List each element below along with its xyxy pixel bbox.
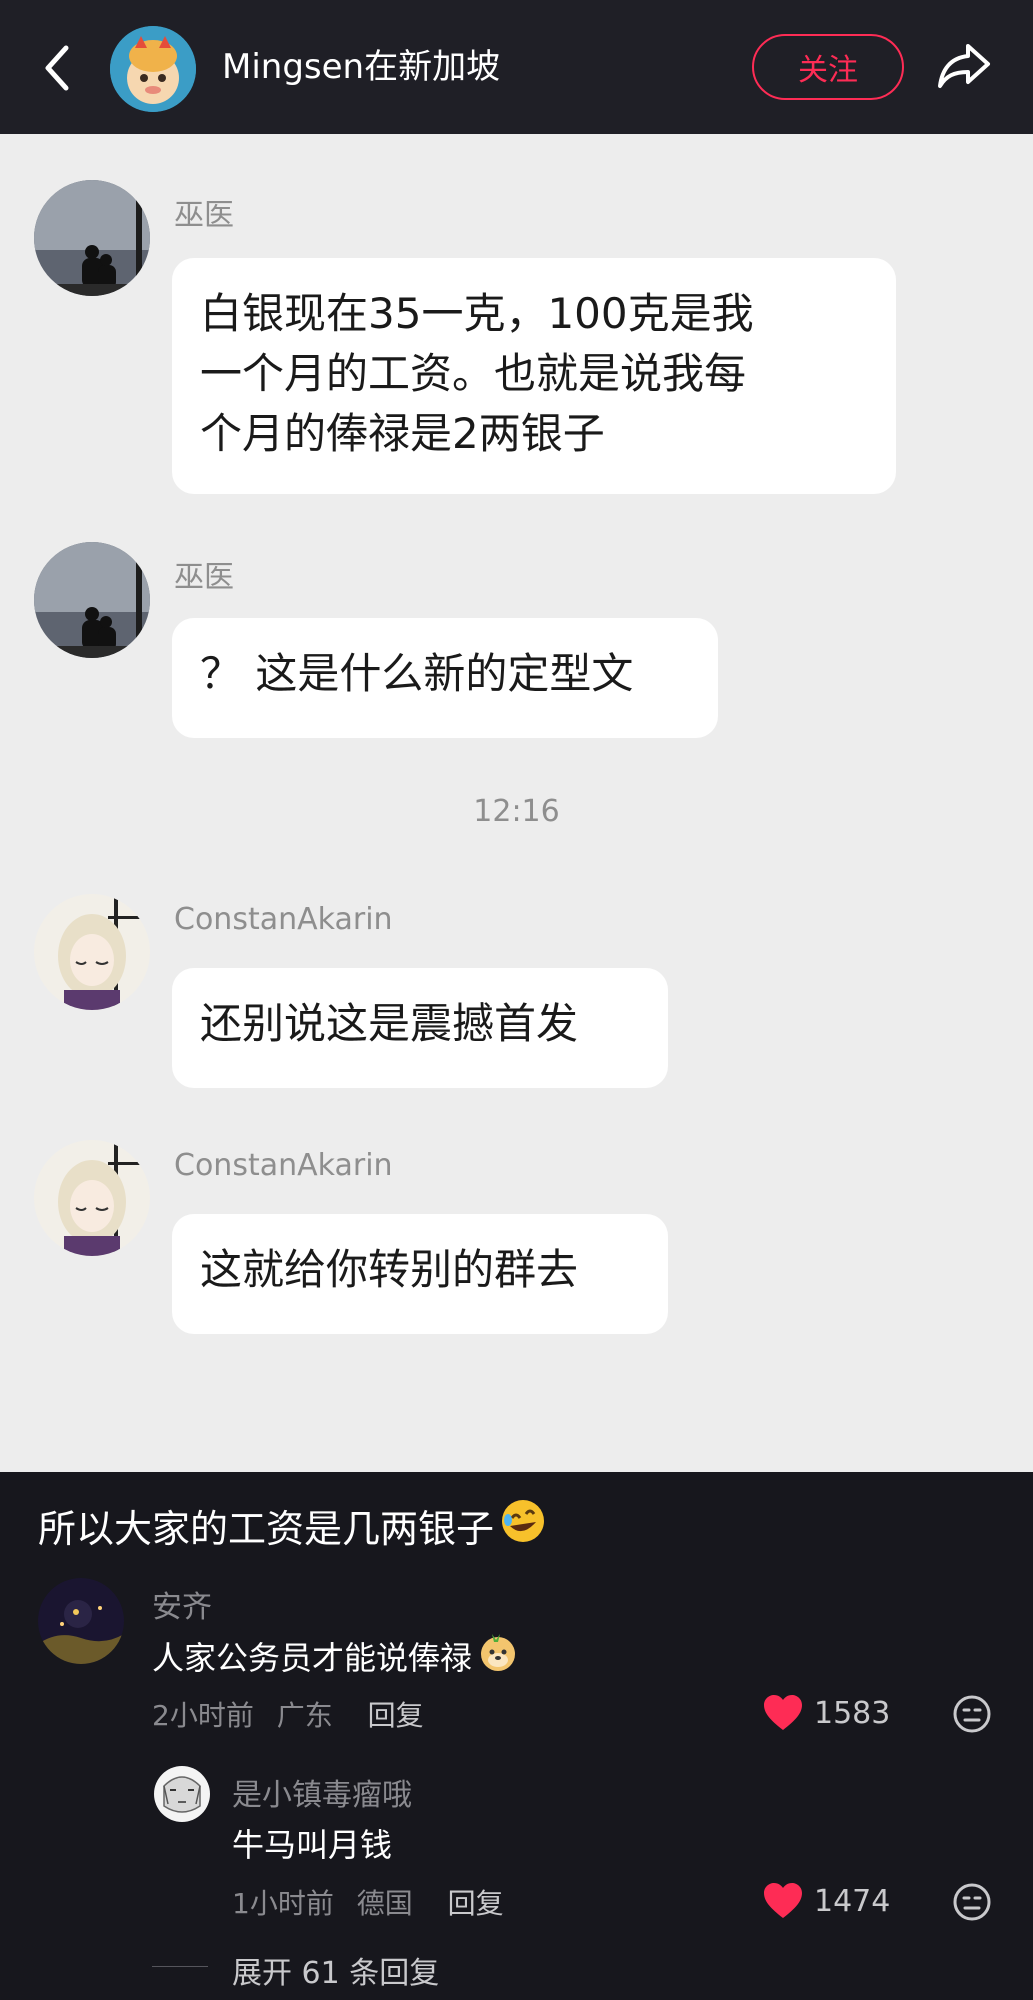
avatar: [34, 180, 150, 296]
message-line: 个月的俸禄是2两银子: [200, 409, 605, 458]
comment-time: 2小时前: [152, 1699, 254, 1732]
post-caption: 所以大家的工资是几两银子: [38, 1498, 546, 1553]
author-avatar[interactable]: [110, 26, 196, 112]
like-button[interactable]: 1583: [762, 1694, 890, 1732]
message-username: ConstanAkarin: [174, 902, 393, 937]
commenter-avatar[interactable]: [38, 1578, 124, 1664]
chat-timestamp: 12:16: [473, 794, 560, 829]
dislike-button[interactable]: [952, 1694, 992, 1734]
comment-text: 人家公务员才能说俸禄: [152, 1632, 518, 1680]
avatar: [34, 1140, 150, 1256]
comment-meta: 1小时前 德国 回复: [232, 1882, 504, 1922]
author-name[interactable]: Mingsen在新加坡: [222, 44, 500, 90]
message-username: ConstanAkarin: [174, 1148, 393, 1183]
heart-icon: [764, 1695, 802, 1730]
comment-location: 德国: [356, 1887, 413, 1920]
message-bubble: 白银现在35一克，100克是我 一个月的工资。也就是说我每 个月的俸禄是2两银子: [172, 258, 896, 494]
like-count: 1583: [814, 1695, 891, 1731]
message-line: ？ 这是什么新的定型文: [200, 649, 634, 698]
reply-button[interactable]: 回复: [448, 1887, 504, 1920]
message-line: 还别说这是震撼首发: [200, 999, 579, 1048]
expand-divider: [152, 1966, 208, 1967]
neutral-face-icon: [953, 1695, 991, 1733]
comment-time: 1小时前: [232, 1887, 334, 1920]
avatar: [34, 542, 150, 658]
commenter-avatar[interactable]: [154, 1766, 210, 1822]
commenter-name[interactable]: 安齐: [152, 1582, 212, 1626]
expand-replies-button[interactable]: 展开 61 条回复: [232, 1948, 439, 1992]
comment-location: 广东: [276, 1699, 333, 1732]
message-username: 巫医: [174, 560, 234, 595]
dog-emoji-icon: [478, 1632, 518, 1680]
share-arrow-icon: [938, 44, 990, 88]
message-bubble: ？ 这是什么新的定型文: [172, 618, 718, 738]
follow-button[interactable]: 关注: [752, 34, 904, 100]
post-caption-text: 所以大家的工资是几两银子: [38, 1507, 495, 1551]
comment-text-content: 牛马叫月钱: [232, 1826, 393, 1864]
neutral-face-icon: [953, 1883, 991, 1921]
commenter-name[interactable]: 是小镇毒瘤哦: [232, 1770, 412, 1814]
comment-meta: 2小时前 广东 回复: [152, 1694, 424, 1734]
like-count: 1474: [814, 1883, 891, 1919]
comment-text: 牛马叫月钱: [232, 1820, 392, 1866]
heart-icon: [764, 1883, 802, 1918]
message-bubble: 这就给你转别的群去: [172, 1214, 668, 1334]
message-bubble: 还别说这是震撼首发: [172, 968, 668, 1088]
comment-text-content: 人家公务员才能说俸禄: [152, 1639, 473, 1677]
reply-button[interactable]: 回复: [368, 1699, 424, 1732]
share-button[interactable]: [934, 38, 994, 94]
chat-screenshot: 巫医 白银现在35一克，100克是我 一个月的工资。也就是说我每 个月的俸禄是2…: [0, 134, 1033, 1472]
avatar: [34, 894, 150, 1010]
message-line: 白银现在35一克，100克是我: [200, 289, 754, 338]
message-username: 巫医: [174, 198, 234, 233]
dislike-button[interactable]: [952, 1882, 992, 1922]
rofl-emoji-icon: [500, 1498, 546, 1553]
top-bar: Mingsen在新加坡 关注: [0, 0, 1033, 134]
like-button[interactable]: 1474: [762, 1882, 890, 1920]
back-button[interactable]: [36, 40, 80, 96]
message-line: 这就给你转别的群去: [200, 1245, 579, 1294]
message-line: 一个月的工资。也就是说我每: [200, 349, 747, 398]
comments-section: 所以大家的工资是几两银子 安齐 人家公务员才能说俸禄 2小时前 广东 回复 15…: [0, 1472, 1033, 2000]
back-arrow-icon: [45, 45, 69, 91]
